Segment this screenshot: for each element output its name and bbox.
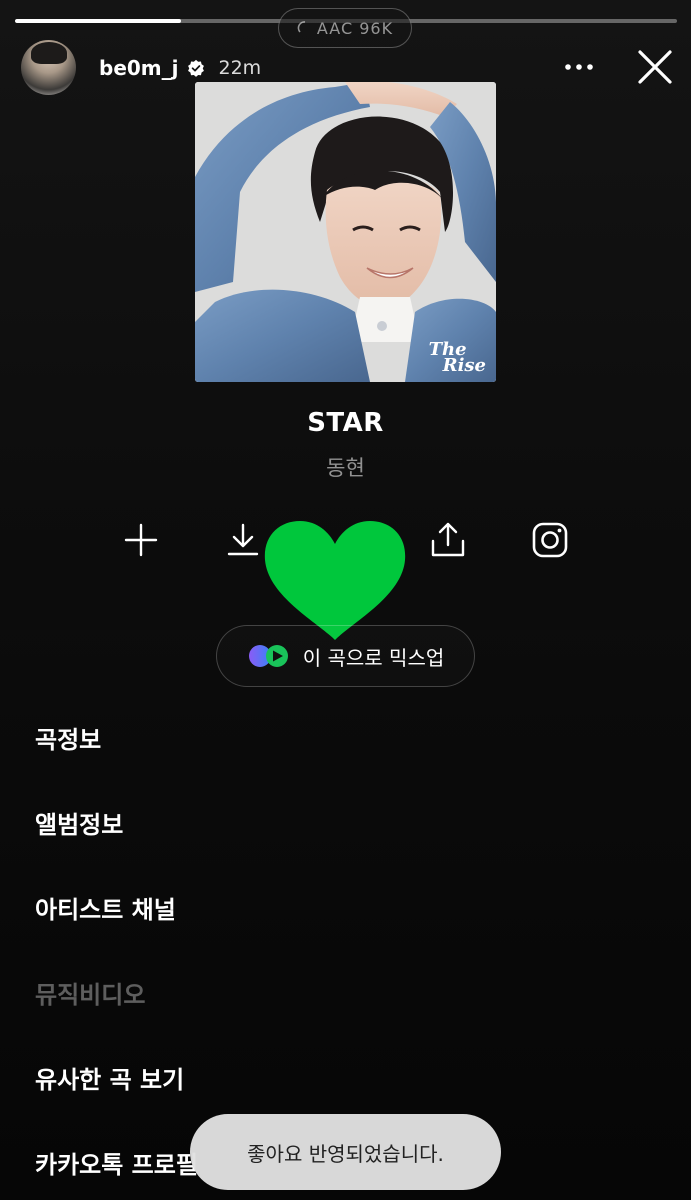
menu-item-song-info[interactable]: 곡정보 xyxy=(35,720,101,755)
share-icon xyxy=(431,522,465,557)
username[interactable]: be0m_j xyxy=(99,56,179,80)
menu-item-music-video: 뮤직비디오 xyxy=(35,981,146,1009)
add-to-playlist-button[interactable] xyxy=(118,517,164,563)
album-watermark: The Rise xyxy=(428,339,486,376)
post-time: 22m xyxy=(218,56,262,79)
download-icon xyxy=(227,523,259,556)
verified-badge-icon xyxy=(187,59,204,77)
avatar[interactable] xyxy=(21,40,76,95)
menu-item-album-info[interactable]: 앨범정보 xyxy=(35,805,123,840)
close-button[interactable] xyxy=(634,46,676,88)
more-options-button[interactable] xyxy=(559,50,599,84)
progress-fill xyxy=(15,19,181,23)
more-dots-icon xyxy=(565,64,593,70)
song-title: STAR xyxy=(307,408,384,438)
toast-message: 좋아요 반영되었습니다. xyxy=(247,1141,444,1166)
toast-notification: 좋아요 반영되었습니다. xyxy=(190,1114,501,1190)
menu-item-similar-songs[interactable]: 유사한 곡 보기 xyxy=(35,1060,184,1095)
plus-icon xyxy=(124,523,158,557)
mixup-button[interactable]: 이 곡으로 믹스업 xyxy=(216,625,475,687)
codec-label: AAC 96K xyxy=(316,18,394,38)
album-art[interactable]: The Rise xyxy=(195,82,496,382)
instagram-icon xyxy=(532,522,568,558)
loading-arc-icon xyxy=(297,21,305,33)
album-cover-photo xyxy=(195,82,496,382)
close-icon xyxy=(638,50,672,84)
share-button[interactable] xyxy=(425,517,471,563)
instagram-share-button[interactable] xyxy=(527,517,573,563)
artist-name[interactable]: 동현 xyxy=(0,452,691,482)
mixup-label: 이 곡으로 믹스업 xyxy=(302,645,445,670)
story-screen: AAC 96K be0m_j 22m The Rise STAR 동현 이 곡으… xyxy=(0,0,691,1200)
menu-item-kakaotalk-profile[interactable]: 카카오톡 프로필 xyxy=(35,1145,198,1180)
download-button[interactable] xyxy=(220,517,266,563)
mixup-icon xyxy=(248,645,288,667)
menu-item-artist-channel[interactable]: 아티스트 채널 xyxy=(35,890,176,925)
